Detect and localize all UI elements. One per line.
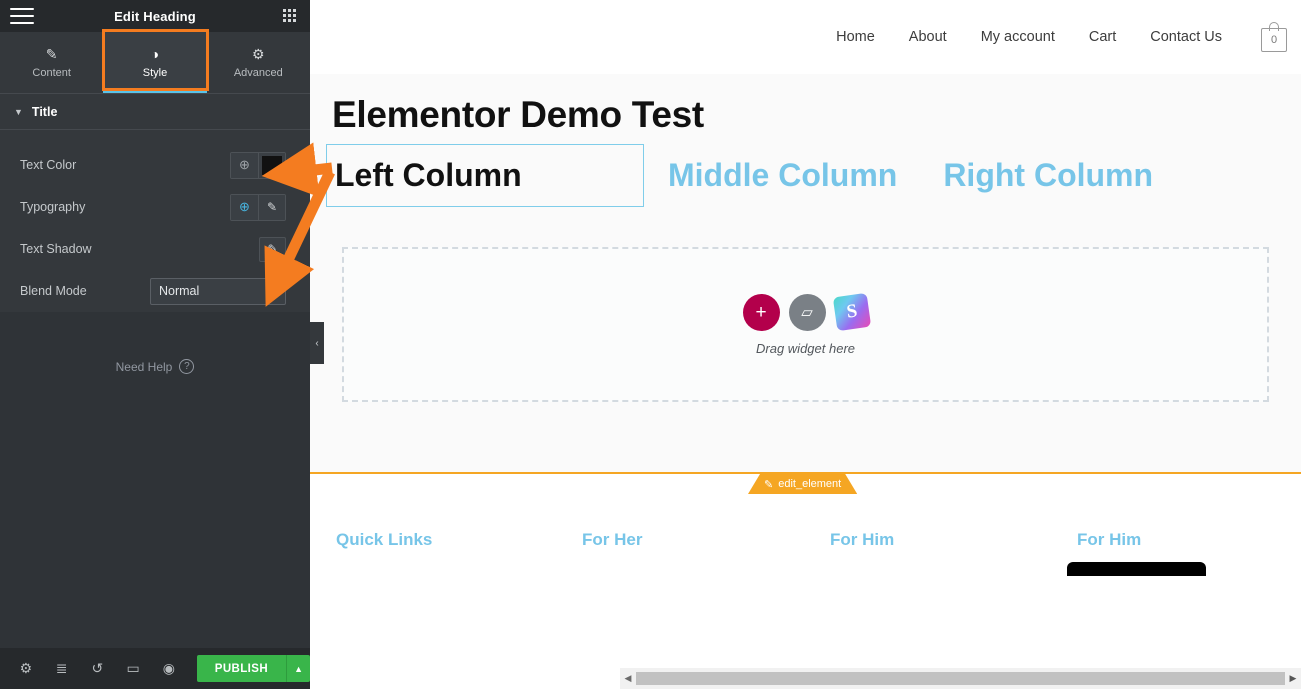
columns-row: Left Column Middle Column Right Column bbox=[326, 144, 1285, 223]
panel-tabs: ✎ Content ◑ Style ⚙ Advanced bbox=[0, 29, 310, 94]
pencil-icon: ✎ bbox=[45, 45, 58, 62]
need-help-label: Need Help bbox=[115, 359, 173, 374]
text-color-globals-icon[interactable]: ⊕ bbox=[231, 152, 258, 178]
chevron-down-icon: ▼ bbox=[14, 106, 23, 117]
style-controls: Text Color ⊕ Typography ⊕ ✎ Text Shadow … bbox=[0, 130, 310, 312]
chevron-down-icon: ▼ bbox=[268, 286, 277, 296]
tab-content-label: Content bbox=[32, 66, 71, 79]
panel-collapse-handle[interactable]: ‹ bbox=[310, 322, 324, 364]
add-widget-icon[interactable]: + bbox=[742, 293, 780, 331]
panel-header: Edit Heading bbox=[0, 0, 310, 32]
edit-element-label: edit_element bbox=[778, 478, 842, 490]
tab-style-label: Style bbox=[142, 66, 168, 79]
tab-content[interactable]: ✎ Content bbox=[0, 32, 103, 93]
publish-options-caret-icon[interactable]: ▲ bbox=[286, 655, 311, 682]
half-circle-contrast-icon: ◑ bbox=[150, 45, 160, 62]
text-color-swatch[interactable] bbox=[258, 152, 285, 178]
nav-item-contact-us[interactable]: Contact Us bbox=[1133, 29, 1239, 45]
control-blend-mode: Blend Mode Normal ▼ bbox=[0, 270, 310, 312]
right-column-heading[interactable]: Right Column bbox=[943, 144, 1153, 194]
horizontal-scrollbar-thumb[interactable] bbox=[636, 672, 1301, 685]
panel-empty-area: Need Help ? bbox=[0, 312, 310, 648]
text-color-label: Text Color bbox=[20, 158, 77, 172]
responsive-mode-icon[interactable]: ▭ bbox=[115, 648, 151, 689]
left-column-heading: Left Column bbox=[335, 157, 522, 193]
template-library-folder-icon[interactable]: ▱ bbox=[788, 293, 826, 331]
pencil-icon: ✎ bbox=[266, 200, 278, 214]
page-title: Elementor Demo Test bbox=[332, 94, 704, 135]
text-shadow-label: Text Shadow bbox=[20, 242, 92, 256]
nav-item-cart[interactable]: Cart bbox=[1072, 29, 1133, 45]
tab-advanced-label: Advanced bbox=[233, 66, 283, 79]
section-title-toggle[interactable]: ▼ Title bbox=[0, 94, 310, 130]
section-boundary-line: ✎ edit_element bbox=[310, 472, 1301, 474]
settings-icon[interactable]: ⚙ bbox=[8, 648, 44, 689]
typography-edit-button[interactable]: ✎ bbox=[258, 194, 285, 220]
section-title-label: Title bbox=[31, 104, 58, 119]
elementor-editor-panel: Edit Heading ✎ Content ◑ Style ⚙ Advance… bbox=[0, 0, 311, 689]
nav-item-about[interactable]: About bbox=[892, 29, 964, 45]
shopping-bag-icon[interactable]: 0 bbox=[1261, 22, 1287, 52]
nav-item-home[interactable]: Home bbox=[819, 29, 892, 45]
panel-footer-toolbar: ⚙ ≣ ↺ ▭ ◉ PUBLISH ▲ bbox=[0, 648, 311, 689]
preview-eye-icon[interactable]: ◉ bbox=[151, 648, 187, 689]
typography-label: Typography bbox=[20, 200, 86, 214]
gear-icon: ⚙ bbox=[252, 45, 265, 62]
scroll-left-arrow-icon[interactable]: ◀ bbox=[620, 673, 636, 684]
publish-group: PUBLISH ▲ bbox=[196, 655, 311, 682]
cart-count: 0 bbox=[1261, 28, 1287, 52]
pencil-icon: ✎ bbox=[267, 242, 278, 256]
widget-dropzone[interactable]: + ▱ S Drag widget here bbox=[342, 247, 1269, 402]
hamburger-icon[interactable] bbox=[10, 8, 34, 24]
tab-style[interactable]: ◑ Style bbox=[103, 32, 207, 93]
need-help-link[interactable]: Need Help ? bbox=[0, 359, 310, 374]
scroll-right-arrow-icon[interactable]: ▶ bbox=[1285, 668, 1301, 689]
dropzone-label: Drag widget here bbox=[756, 340, 855, 356]
panel-title: Edit Heading bbox=[114, 8, 196, 24]
tab-advanced[interactable]: ⚙ Advanced bbox=[207, 32, 310, 93]
publish-button[interactable]: PUBLISH bbox=[196, 655, 287, 682]
nav-item-my-account[interactable]: My account bbox=[964, 29, 1072, 45]
footer-heading-for-him-1[interactable]: For Him bbox=[830, 530, 1077, 550]
middle-column-heading[interactable]: Middle Column bbox=[668, 144, 897, 194]
footer-heading-for-her[interactable]: For Her bbox=[582, 530, 830, 550]
preview-canvas: Home About My account Cart Contact Us 0 … bbox=[310, 0, 1301, 689]
question-mark-icon: ? bbox=[179, 359, 195, 374]
text-shadow-edit-button[interactable]: ✎ bbox=[259, 236, 286, 262]
pencil-icon: ✎ bbox=[764, 478, 774, 491]
text-color-swatch-fill bbox=[262, 155, 282, 175]
footer-heading-quick-links[interactable]: Quick Links bbox=[336, 530, 582, 550]
blend-mode-value: Normal bbox=[159, 284, 200, 298]
footer-columns: Quick Links For Her For Him For Him bbox=[310, 530, 1301, 550]
widgets-grid-icon[interactable] bbox=[283, 9, 298, 24]
control-typography: Typography ⊕ ✎ bbox=[0, 186, 310, 228]
control-text-color: Text Color ⊕ bbox=[0, 144, 310, 186]
hero-spacer bbox=[326, 402, 1285, 472]
site-navigation: Home About My account Cart Contact Us 0 bbox=[310, 0, 1301, 74]
hero-section: Elementor Demo Test Left Column Middle C… bbox=[310, 74, 1301, 472]
footer-black-element bbox=[1067, 562, 1206, 576]
navigator-layers-icon[interactable]: ≣ bbox=[44, 648, 80, 689]
footer-heading-for-him-2[interactable]: For Him bbox=[1077, 530, 1141, 550]
history-icon[interactable]: ↺ bbox=[80, 648, 116, 689]
selected-heading-widget[interactable]: Left Column bbox=[326, 144, 644, 207]
blend-mode-select[interactable]: Normal ▼ bbox=[150, 277, 286, 305]
horizontal-scrollbar[interactable]: ◀ bbox=[620, 668, 1301, 689]
slider-revolution-icon[interactable]: S bbox=[832, 292, 871, 332]
blend-mode-label: Blend Mode bbox=[20, 284, 87, 298]
edit-element-tab[interactable]: ✎ edit_element bbox=[748, 474, 857, 494]
typography-globals-icon[interactable]: ⊕ bbox=[231, 194, 258, 220]
dropzone-buttons: + ▱ S bbox=[742, 292, 871, 332]
control-text-shadow: Text Shadow ✎ bbox=[0, 228, 310, 270]
